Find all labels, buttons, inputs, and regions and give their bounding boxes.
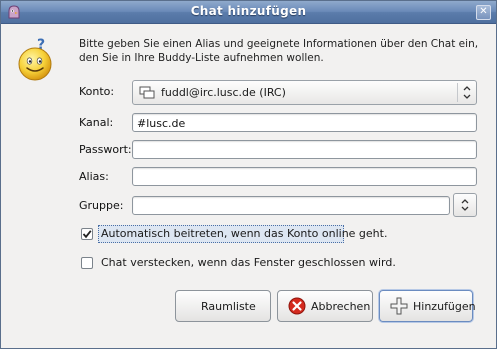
plus-icon (390, 297, 408, 315)
dialog-body: ? Bitte geben Sie einen Alias und geeign… (1, 24, 496, 348)
updown-arrows-icon (461, 199, 469, 211)
add-label: Hinzufügen (413, 300, 476, 313)
add-button[interactable]: Hinzufügen (379, 290, 476, 322)
auto-join-option[interactable]: Automatisch beitreten, wenn das Konto on… (81, 226, 387, 244)
password-input[interactable] (132, 140, 477, 159)
hide-chat-option[interactable]: Chat verstecken, wenn das Fenster geschl… (81, 255, 396, 273)
updown-arrows-icon (463, 86, 471, 99)
smiley-question-icon: ? (18, 37, 52, 81)
konto-label: Konto: (79, 85, 115, 98)
account-value: fuddl@irc.lusc.de (IRC) (161, 86, 286, 99)
irc-account-icon (139, 86, 155, 99)
channel-input[interactable]: #lusc.de (132, 113, 477, 132)
alias-label: Alias: (79, 170, 109, 183)
titlebar[interactable]: Chat hinzufügen ✕ (1, 1, 496, 24)
room-list-button[interactable]: Raumliste (175, 290, 271, 322)
gruppe-label: Gruppe: (79, 199, 124, 212)
group-dropdown-button[interactable] (453, 193, 477, 217)
auto-join-label: Automatisch beitreten, wenn das Konto on… (101, 227, 388, 240)
add-chat-dialog: Chat hinzufügen ✕ ? Bitte geben Sie eine… (0, 0, 497, 349)
intro-text: Bitte geben Sie einen Alias und geeignet… (79, 38, 479, 64)
cancel-label: Abbrechen (311, 300, 371, 313)
group-input[interactable] (132, 196, 450, 215)
alias-input[interactable] (132, 167, 477, 186)
account-combobox[interactable]: fuddl@irc.lusc.de (IRC) (132, 80, 477, 105)
window-title: Chat hinzufügen (190, 4, 307, 18)
combo-separator (457, 83, 458, 102)
room-list-label: Raumliste (201, 300, 256, 313)
hide-chat-label: Chat verstecken, wenn das Fenster geschl… (101, 256, 396, 269)
passwort-label: Passwort: (79, 143, 132, 156)
cancel-icon (288, 297, 306, 315)
kanal-label: Kanal: (79, 116, 114, 129)
auto-join-checkbox[interactable] (81, 228, 93, 240)
close-button[interactable]: ✕ (476, 5, 491, 20)
cancel-button[interactable]: Abbrechen (277, 290, 373, 322)
hide-chat-checkbox[interactable] (81, 257, 93, 269)
checkmark-icon (82, 230, 92, 239)
